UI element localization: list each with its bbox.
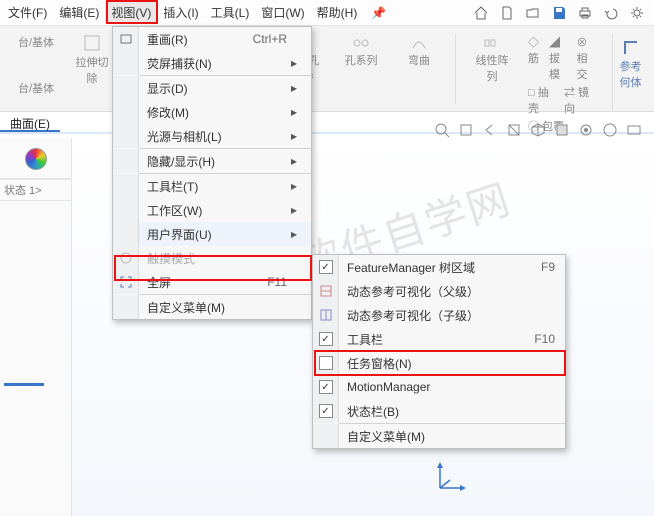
ribbon: 台/基体 台/基体 拉伸切 除 异型孔 向导 孔系列 弯曲 线性阵 列 ◇ 筋 — [0, 26, 654, 112]
menu-user-interface[interactable]: 用户界面(U) ▸ — [113, 222, 311, 246]
rollback-bar[interactable] — [4, 383, 44, 386]
menu-hide-show[interactable]: 隐藏/显示(H) ▸ — [113, 149, 311, 173]
print-icon[interactable] — [574, 2, 596, 24]
view-orientation-icon[interactable] — [528, 120, 548, 140]
menu-modify[interactable]: 修改(M) ▸ — [113, 100, 311, 124]
options-icon[interactable] — [626, 2, 648, 24]
extrude-cut-label-b: 除 — [87, 70, 98, 86]
menu-insert[interactable]: 插入(I) — [157, 1, 204, 24]
hide-show-items-icon[interactable] — [576, 120, 596, 140]
zoom-fit-icon[interactable] — [432, 120, 452, 140]
menu-tools[interactable]: 工具(L) — [205, 1, 256, 24]
menu-display[interactable]: 显示(D) ▸ — [113, 76, 311, 100]
menu-window[interactable]: 窗口(W) — [255, 1, 310, 24]
extrude-cut-label-a: 拉伸切 — [76, 54, 109, 70]
ribbon-feature-boss2[interactable]: 台/基体 — [18, 80, 54, 96]
triad-icon — [432, 456, 472, 496]
view-dropdown-menu: 重画(R) Ctrl+R 荧屏捕获(N) ▸ 显示(D) ▸ 修改(M) ▸ 光… — [112, 26, 312, 320]
section-view-icon[interactable] — [504, 120, 524, 140]
ribbon-right-tools: 异型孔 向导 孔系列 弯曲 线性阵 列 ◇ 筋 ◢ 拔模 ⊗ 相交 □ 抽壳 ⇄… — [281, 26, 654, 111]
menu-customize[interactable]: 自定义菜单(M) — [113, 295, 311, 319]
ribbon-mirror[interactable]: ⇄ 镜向 — [564, 84, 598, 116]
menu-fullscreen[interactable]: 全屏 F11 — [113, 270, 311, 294]
menu-workspace[interactable]: 工作区(W) ▸ — [113, 198, 311, 222]
submenu-customize[interactable]: 自定义菜单(M) — [313, 424, 565, 448]
ribbon-draft[interactable]: ◢ 拔模 — [549, 34, 571, 82]
open-icon[interactable] — [522, 2, 544, 24]
feature-manager-panel: 状态 1> — [0, 138, 72, 516]
display-style-icon[interactable] — [552, 120, 572, 140]
pin-icon[interactable]: 📌 — [363, 6, 394, 20]
ribbon-extrude-cut[interactable]: 拉伸切 除 — [72, 26, 112, 111]
submenu-status-bar[interactable]: ✓ 状态栏(B) — [313, 399, 565, 423]
quick-access-toolbar — [470, 2, 652, 24]
menu-view[interactable]: 视图(V) — [105, 1, 157, 24]
menu-help[interactable]: 帮助(H) — [311, 1, 364, 24]
submenu-motion-manager[interactable]: ✓ MotionManager — [313, 375, 565, 399]
zoom-area-icon[interactable] — [456, 120, 476, 140]
save-icon[interactable] — [548, 2, 570, 24]
ribbon-features-group: ◇ 筋 ◢ 拔模 ⊗ 相交 □ 抽壳 ⇄ 镜向 ◯ 包覆 — [528, 34, 598, 111]
menu-toolbars[interactable]: 工具栏(T) ▸ — [113, 174, 311, 198]
edit-appearance-icon[interactable] — [600, 120, 620, 140]
menu-touch-mode: 触摸模式 — [113, 246, 311, 270]
submenu-task-pane[interactable]: 任务窗格(N) — [313, 351, 565, 375]
ribbon-shell[interactable]: □ 抽壳 — [528, 84, 558, 116]
ribbon-reference-geometry[interactable]: 参考 何体 — [612, 34, 648, 111]
menu-edit[interactable]: 编辑(E) — [53, 1, 105, 24]
new-icon[interactable] — [496, 2, 518, 24]
ribbon-left: 台/基体 台/基体 — [0, 26, 72, 111]
submenu-dyn-child[interactable]: 动态参考可视化（子级） — [313, 303, 565, 327]
display-state[interactable]: 状态 1> — [0, 179, 71, 201]
menubar: 文件(F) 编辑(E) 视图(V) 插入(I) 工具(L) 窗口(W) 帮助(H… — [0, 0, 654, 26]
tab-surface[interactable]: 曲面(E) — [0, 112, 60, 132]
submenu-dyn-parent[interactable]: 动态参考可视化（父级） — [313, 279, 565, 303]
home-icon[interactable] — [470, 2, 492, 24]
user-interface-submenu: ✓ FeatureManager 树区域 F9 动态参考可视化（父级） 动态参考… — [312, 254, 566, 449]
ribbon-feature-boss1[interactable]: 台/基体 — [18, 34, 54, 50]
ribbon-curve[interactable]: 弯曲 — [397, 34, 441, 111]
ribbon-intersect[interactable]: ⊗ 相交 — [576, 34, 598, 82]
ribbon-rib[interactable]: ◇ 筋 — [528, 34, 543, 82]
submenu-fm-tree[interactable]: ✓ FeatureManager 树区域 F9 — [313, 255, 565, 279]
submenu-toolbar[interactable]: ✓ 工具栏 F10 — [313, 327, 565, 351]
config-manager-icon[interactable] — [25, 148, 47, 170]
undo-icon[interactable] — [600, 2, 622, 24]
menu-lights-cameras[interactable]: 光源与相机(L) ▸ — [113, 124, 311, 148]
menu-redraw[interactable]: 重画(R) Ctrl+R — [113, 27, 311, 51]
ribbon-hole-series[interactable]: 孔系列 — [339, 34, 383, 111]
apply-scene-icon[interactable] — [624, 120, 644, 140]
menu-screen-capture[interactable]: 荧屏捕获(N) ▸ — [113, 51, 311, 75]
menu-file[interactable]: 文件(F) — [2, 1, 53, 24]
heads-up-toolbar — [432, 120, 644, 140]
ribbon-linear-pattern[interactable]: 线性阵 列 — [470, 34, 514, 111]
previous-view-icon[interactable] — [480, 120, 500, 140]
